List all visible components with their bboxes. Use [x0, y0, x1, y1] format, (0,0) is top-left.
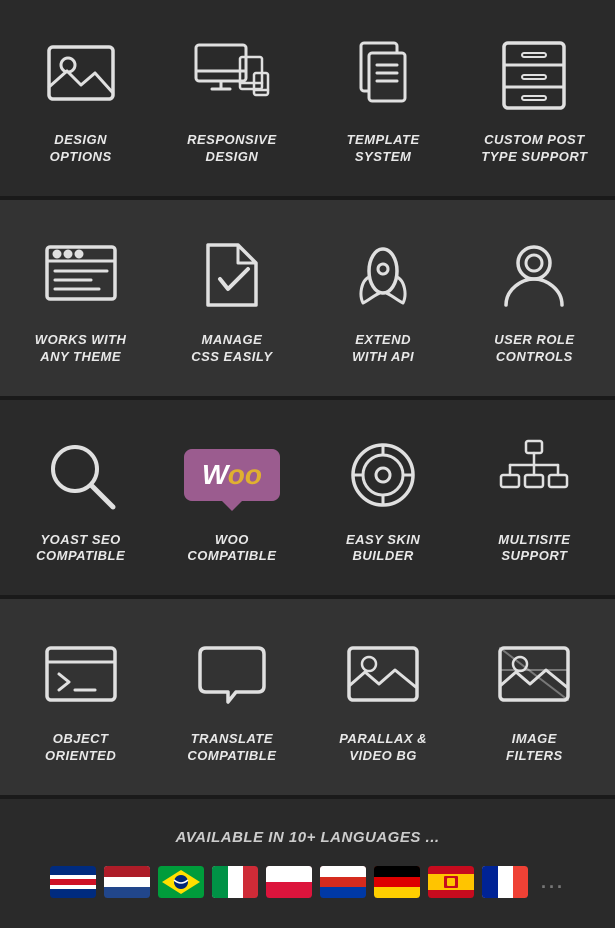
feature-custom-post: CUSTOM POSTTYPE SUPPORT: [464, 20, 605, 176]
translate-icon: [187, 629, 277, 719]
responsive-icon: [187, 30, 277, 120]
design-options-label: DESIGN OPTIONS: [50, 132, 112, 166]
flag-france: [482, 866, 528, 898]
yoast-label: YOAST SEOCOMPATIBLE: [36, 532, 125, 566]
feature-multisite: MULTISITESUPPORT: [464, 420, 605, 576]
feature-design-options: DESIGN OPTIONS: [10, 20, 151, 176]
languages-title: AVAILABLE IN 10+ LANGUAGES ...: [20, 829, 595, 846]
skin-label: EASY SKINBUILDER: [346, 532, 420, 566]
flag-italy: [212, 866, 258, 898]
theme-icon: [36, 230, 126, 320]
flags-row: ...: [20, 866, 595, 898]
flag-spain: [428, 866, 474, 898]
user-role-icon: [489, 230, 579, 320]
feature-row-2: WORKS WITHANY THEME MANAGECSS EASILY EXT…: [0, 200, 615, 396]
user-role-label: USER ROLECONTROLS: [494, 332, 574, 366]
woo-icon: Woo: [187, 430, 277, 520]
template-icon: [338, 30, 428, 120]
feature-responsive: RESPONSIVEDESIGN: [161, 20, 302, 176]
feature-template: TEMPLATESYSTEM: [313, 20, 454, 176]
parallax-icon: [338, 629, 428, 719]
feature-works-theme: WORKS WITHANY THEME: [10, 220, 151, 376]
flag-russia: [320, 866, 366, 898]
flag-costa-rica: [50, 866, 96, 898]
flag-brazil: [158, 866, 204, 898]
more-languages: ...: [541, 872, 565, 893]
feature-row-4: OBJECTORIENTED TRANSLATECOMPATIBLE PARAL…: [0, 599, 615, 795]
terminal-icon: [36, 629, 126, 719]
object-label: OBJECTORIENTED: [45, 731, 116, 765]
feature-row-3: YOAST SEOCOMPATIBLE Woo WOOCOMPATIBLE EA…: [0, 400, 615, 596]
feature-user-role: USER ROLECONTROLS: [464, 220, 605, 376]
image-icon: [36, 30, 126, 120]
image-filters-label: IMAGEFILTERS: [506, 731, 563, 765]
image-filter-icon: [489, 629, 579, 719]
feature-parallax: PARALLAX &VIDEO BG: [313, 619, 454, 775]
feature-row-1: DESIGN OPTIONS RESPONSIVEDESIGN: [0, 0, 615, 196]
multisite-label: MULTISITESUPPORT: [498, 532, 570, 566]
feature-woo: Woo WOOCOMPATIBLE: [161, 420, 302, 576]
custom-post-label: CUSTOM POSTTYPE SUPPORT: [481, 132, 587, 166]
feature-api: EXTENDWITH API: [313, 220, 454, 376]
flag-poland: [266, 866, 312, 898]
woo-label: WOOCOMPATIBLE: [187, 532, 276, 566]
api-label: EXTENDWITH API: [352, 332, 414, 366]
feature-skin: EASY SKINBUILDER: [313, 420, 454, 576]
works-theme-label: WORKS WITHANY THEME: [35, 332, 127, 366]
feature-css: MANAGECSS EASILY: [161, 220, 302, 376]
skin-icon: [338, 430, 428, 520]
feature-object: OBJECTORIENTED: [10, 619, 151, 775]
flag-netherlands: [104, 866, 150, 898]
translate-label: TRANSLATECOMPATIBLE: [187, 731, 276, 765]
feature-image-filters: IMAGEFILTERS: [464, 619, 605, 775]
feature-yoast: YOAST SEOCOMPATIBLE: [10, 420, 151, 576]
languages-section: AVAILABLE IN 10+ LANGUAGES ...: [0, 799, 615, 928]
responsive-label: RESPONSIVEDESIGN: [187, 132, 277, 166]
post-type-icon: [489, 30, 579, 120]
flag-germany: [374, 866, 420, 898]
css-icon: [187, 230, 277, 320]
api-icon: [338, 230, 428, 320]
template-label: TEMPLATESYSTEM: [347, 132, 420, 166]
multisite-icon: [489, 430, 579, 520]
parallax-label: PARALLAX &VIDEO BG: [339, 731, 427, 765]
css-label: MANAGECSS EASILY: [191, 332, 272, 366]
feature-translate: TRANSLATECOMPATIBLE: [161, 619, 302, 775]
search-icon: [36, 430, 126, 520]
